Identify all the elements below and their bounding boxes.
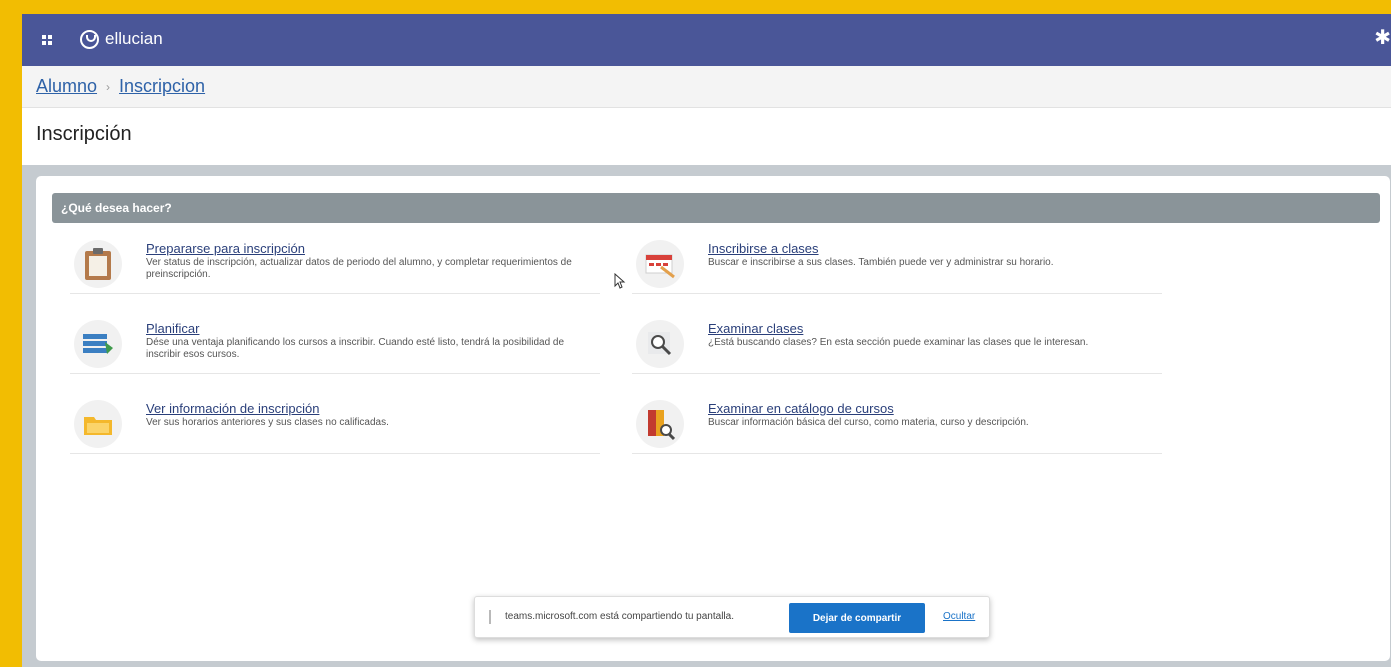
breadcrumb-item-alumno[interactable]: Alumno (36, 76, 97, 97)
magnifier-icon (636, 320, 684, 368)
hide-link[interactable]: Ocultar (943, 611, 975, 622)
option-title[interactable]: Inscribirse a clases (708, 241, 819, 256)
option-title[interactable]: Examinar clases (708, 321, 803, 336)
drag-handle[interactable] (489, 610, 491, 624)
gear-icon[interactable]: ✱ (1374, 28, 1391, 48)
option-register-classes[interactable]: Inscribirse a clases Buscar e inscribirs… (632, 236, 1162, 294)
stop-sharing-button[interactable]: Dejar de compartir (789, 603, 925, 633)
share-message: teams.microsoft.com está compartiendo tu… (505, 611, 734, 622)
option-description: Ver status de inscripción, actualizar da… (146, 257, 572, 280)
mouse-cursor-icon (614, 273, 626, 289)
page-title: Inscripción (36, 122, 132, 145)
option-description: Ver sus horarios anteriores y sus clases… (146, 417, 389, 428)
option-title[interactable]: Planificar (146, 321, 199, 336)
option-view-registration-info[interactable]: Ver información de inscripción Ver sus h… (70, 396, 600, 454)
clipboard-icon (74, 240, 122, 288)
option-title[interactable]: Prepararse para inscripción (146, 241, 305, 256)
option-title[interactable]: Ver información de inscripción (146, 401, 319, 416)
brand-name: ellucian (105, 29, 163, 48)
option-prepare-registration[interactable]: Prepararse para inscripción Ver status d… (70, 236, 600, 294)
option-description: Buscar información básica del curso, com… (708, 417, 1029, 428)
options-panel: ¿Qué desea hacer? Prepararse para inscri… (36, 176, 1390, 661)
option-description: ¿Está buscando clases? En esta sección p… (708, 337, 1089, 348)
ellucian-logo-icon (80, 29, 99, 49)
app-window: ellucian ✱ Alumno › Inscripcion Inscripc… (22, 14, 1391, 667)
brand[interactable]: ellucian (80, 29, 163, 49)
top-bar: ellucian ✱ (22, 14, 1391, 66)
option-title[interactable]: Examinar en catálogo de cursos (708, 401, 894, 416)
book-search-icon (636, 400, 684, 448)
panel-header: ¿Qué desea hacer? (52, 193, 1380, 223)
option-browse-course-catalog[interactable]: Examinar en catálogo de cursos Buscar in… (632, 396, 1162, 454)
screen-share-bar: teams.microsoft.com está compartiendo tu… (474, 596, 990, 638)
option-plan[interactable]: Planificar Dése una ventaja planificando… (70, 316, 600, 374)
calendar-edit-icon (636, 240, 684, 288)
folder-icon (74, 400, 122, 448)
option-description: Dése una ventaja planificando los cursos… (146, 337, 565, 360)
option-browse-classes[interactable]: Examinar clases ¿Está buscando clases? E… (632, 316, 1162, 374)
chevron-right-icon: › (106, 79, 111, 94)
grid-icon[interactable] (42, 35, 52, 45)
breadcrumb-item-inscripcion[interactable]: Inscripcion (119, 76, 205, 97)
content-area: ¿Qué desea hacer? Prepararse para inscri… (22, 165, 1391, 667)
page-title-bar: Inscripción (22, 109, 1391, 159)
plan-list-icon (74, 320, 122, 368)
option-description: Buscar e inscribirse a sus clases. Tambi… (708, 257, 1054, 268)
breadcrumb: Alumno › Inscripcion (22, 66, 1391, 108)
